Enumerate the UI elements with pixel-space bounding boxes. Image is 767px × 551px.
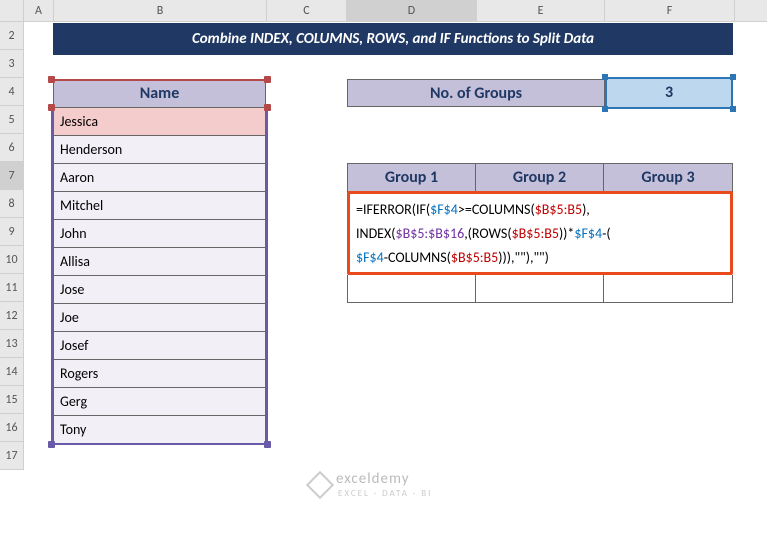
formula-text: =IFERROR(IF( xyxy=(356,201,430,218)
name-row[interactable]: Henderson xyxy=(54,136,265,164)
row-header-15[interactable]: 15 xyxy=(0,386,24,414)
row-header-2[interactable]: 2 xyxy=(0,22,24,50)
formula-ref: $B$5:B5 xyxy=(451,249,498,266)
formula-ref: $F$4 xyxy=(430,201,458,218)
formula-ref: $B$5:B5 xyxy=(535,201,582,218)
formula-ref: $B$5:B5 xyxy=(512,225,559,242)
row-header-9[interactable]: 9 xyxy=(0,218,24,246)
row-header-14[interactable]: 14 xyxy=(0,358,24,386)
row-header-16[interactable]: 16 xyxy=(0,414,24,442)
col-header-E[interactable]: E xyxy=(477,0,605,21)
col-header-D[interactable]: D xyxy=(347,0,477,21)
formula-text: ,(ROWS( xyxy=(464,225,511,242)
col-header-A[interactable]: A xyxy=(24,0,54,21)
row-header-13[interactable]: 13 xyxy=(0,330,24,358)
formula-ref: $B$5:$B$16 xyxy=(396,225,465,242)
group-cell[interactable] xyxy=(603,275,733,303)
col-header-C[interactable]: C xyxy=(267,0,347,21)
selection-handle-icon[interactable] xyxy=(730,74,736,80)
name-row[interactable]: Rogers xyxy=(54,360,265,388)
page-title: Combine INDEX, COLUMNS, ROWS, and IF Fun… xyxy=(53,23,733,55)
formula-text: INDEX( xyxy=(356,225,396,242)
group-header-1: Group 1 xyxy=(348,164,476,192)
row-header-6[interactable]: 6 xyxy=(0,134,24,162)
column-headers: A B C D E F xyxy=(0,0,767,22)
name-row[interactable]: Aaron xyxy=(54,164,265,192)
select-all-corner[interactable] xyxy=(0,0,24,21)
watermark-logo-icon xyxy=(306,470,334,498)
formula-ref: $F$4 xyxy=(356,249,384,266)
name-row[interactable]: Joe xyxy=(54,304,265,332)
formula-text: >=COLUMNS( xyxy=(458,201,535,218)
formula-text: ))),""),"") xyxy=(498,249,549,266)
formula-text: ), xyxy=(582,201,590,218)
name-row[interactable]: Gerg xyxy=(54,388,265,416)
row-header-17[interactable]: 17 xyxy=(0,442,24,470)
name-table: Name Jessica Henderson Aaron Mitchel Joh… xyxy=(53,79,266,445)
name-row[interactable]: Allisa xyxy=(54,248,265,276)
range-handle-icon[interactable] xyxy=(264,441,271,448)
formula-display[interactable]: =IFERROR(IF($F$4>=COLUMNS($B$5:B5), INDE… xyxy=(347,191,733,275)
row-header-5[interactable]: 5 xyxy=(0,106,24,134)
name-table-header: Name xyxy=(54,80,265,108)
name-row[interactable]: Josef xyxy=(54,332,265,360)
group-table-body xyxy=(347,275,733,303)
row-header-10[interactable]: 10 xyxy=(0,246,24,274)
row-headers: 2 3 4 5 6 7 8 9 10 11 12 13 14 15 16 17 xyxy=(0,22,24,470)
row-header-4[interactable]: 4 xyxy=(0,78,24,106)
group-cell[interactable] xyxy=(475,275,603,303)
range-handle-icon[interactable] xyxy=(264,104,271,111)
formula-text: -( xyxy=(602,225,611,242)
name-row[interactable]: Mitchel xyxy=(54,192,265,220)
range-handle-icon[interactable] xyxy=(48,441,55,448)
formula-text: ))* xyxy=(559,225,574,242)
group-header-3: Group 3 xyxy=(604,164,732,192)
groups-label: No. of Groups xyxy=(347,79,605,107)
name-row[interactable]: Jose xyxy=(54,276,265,304)
formula-text: -COLUMNS( xyxy=(384,249,451,266)
selection-handle-icon[interactable] xyxy=(602,74,608,80)
selection-handle-icon[interactable] xyxy=(730,106,736,112)
group-cell[interactable] xyxy=(347,275,475,303)
range-handle-icon[interactable] xyxy=(48,76,55,83)
watermark-brand: exceldemy xyxy=(336,470,432,488)
group-header-2: Group 2 xyxy=(476,164,604,192)
row-header-8[interactable]: 8 xyxy=(0,190,24,218)
group-table-header: Group 1 Group 2 Group 3 xyxy=(347,163,733,193)
watermark-sub: EXCEL · DATA · BI xyxy=(338,488,432,499)
name-row[interactable]: John xyxy=(54,220,265,248)
range-handle-icon[interactable] xyxy=(264,76,271,83)
watermark: exceldemy EXCEL · DATA · BI xyxy=(310,470,432,499)
row-header-12[interactable]: 12 xyxy=(0,302,24,330)
range-handle-icon[interactable] xyxy=(48,104,55,111)
formula-ref: $F$4 xyxy=(574,225,602,242)
row-header-7[interactable]: 7 xyxy=(0,162,24,190)
col-header-B[interactable]: B xyxy=(54,0,267,21)
row-header-3[interactable]: 3 xyxy=(0,50,24,78)
selection-handle-icon[interactable] xyxy=(602,106,608,112)
col-header-F[interactable]: F xyxy=(605,0,735,21)
name-row[interactable]: Tony xyxy=(54,416,265,444)
name-row[interactable]: Jessica xyxy=(54,108,265,136)
groups-value-cell[interactable]: 3 xyxy=(605,77,733,109)
row-header-11[interactable]: 11 xyxy=(0,274,24,302)
